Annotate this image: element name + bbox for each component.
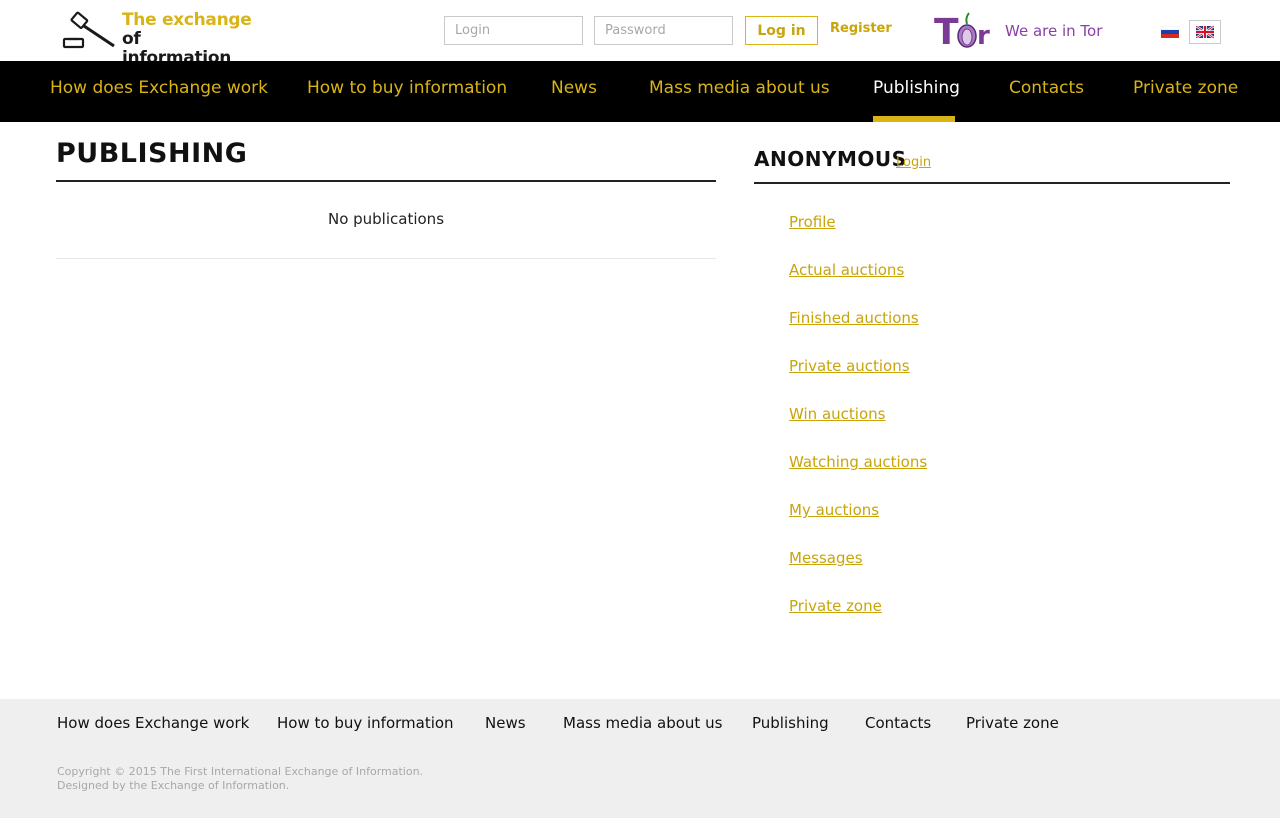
- sidebar-item: Watching auctions: [789, 452, 927, 500]
- sidebar-item: Win auctions: [789, 404, 927, 452]
- logo-line-1: The exchange: [122, 10, 252, 30]
- sidebar-item: Profile: [789, 212, 927, 260]
- sidebar-item-win-auctions[interactable]: Win auctions: [789, 405, 885, 423]
- site-header: The exchange of information Log in Regis…: [0, 0, 1280, 68]
- page-title: PUBLISHING: [56, 138, 248, 169]
- active-tab-indicator: [873, 116, 955, 122]
- register-link[interactable]: Register: [830, 21, 892, 36]
- sidebar-item: Private auctions: [789, 356, 927, 404]
- nav-news[interactable]: News: [551, 61, 597, 122]
- sidebar-item-watching-auctions[interactable]: Watching auctions: [789, 453, 927, 471]
- password-input[interactable]: [594, 16, 733, 45]
- sidebar-user-title: ANONYMOUS: [754, 147, 907, 171]
- login-button[interactable]: Log in: [745, 16, 818, 45]
- russia-flag-icon[interactable]: [1154, 20, 1186, 44]
- sidebar-menu: Profile Actual auctions Finished auction…: [789, 212, 927, 644]
- footer-nav-how-exchange-works[interactable]: How does Exchange work: [57, 714, 249, 732]
- sidebar-item-my-auctions[interactable]: My auctions: [789, 501, 879, 519]
- nav-how-to-buy[interactable]: How to buy information: [307, 61, 507, 122]
- nav-contacts[interactable]: Contacts: [1009, 61, 1084, 122]
- sidebar-item-private-auctions[interactable]: Private auctions: [789, 357, 910, 375]
- tor-label[interactable]: We are in Tor: [1005, 22, 1102, 40]
- footer-nav-private-zone[interactable]: Private zone: [966, 714, 1059, 732]
- sidebar-item-actual-auctions[interactable]: Actual auctions: [789, 261, 904, 279]
- site-logo[interactable]: The exchange of information: [62, 10, 252, 68]
- footer-nav-news[interactable]: News: [485, 714, 526, 732]
- logo-text: The exchange of information: [122, 11, 252, 68]
- sidebar-item-private-zone[interactable]: Private zone: [789, 597, 882, 615]
- nav-mass-media[interactable]: Mass media about us: [649, 61, 830, 122]
- copyright-line-1: Copyright © 2015 The First International…: [57, 765, 424, 778]
- content-divider: [56, 258, 716, 259]
- copyright: Copyright © 2015 The First International…: [57, 765, 423, 793]
- sidebar-item: Messages: [789, 548, 927, 596]
- sidebar-item: Private zone: [789, 596, 927, 644]
- title-divider: [56, 180, 716, 182]
- sidebar-item: My auctions: [789, 500, 927, 548]
- sidebar-item-finished-auctions[interactable]: Finished auctions: [789, 309, 919, 327]
- footer-nav-how-to-buy[interactable]: How to buy information: [277, 714, 454, 732]
- sidebar-login-link[interactable]: Login: [896, 155, 931, 170]
- footer-nav-mass-media[interactable]: Mass media about us: [563, 714, 722, 732]
- footer-nav-contacts[interactable]: Contacts: [865, 714, 931, 732]
- svg-text:T: T: [934, 12, 959, 50]
- tor-logo-icon[interactable]: T r: [934, 10, 1000, 50]
- sidebar-item: Actual auctions: [789, 260, 927, 308]
- sidebar-item-messages[interactable]: Messages: [789, 549, 863, 567]
- footer-nav-publishing[interactable]: Publishing: [752, 714, 829, 732]
- login-input[interactable]: [444, 16, 583, 45]
- main-nav: How does Exchange work How to buy inform…: [0, 61, 1280, 122]
- sidebar-divider: [754, 182, 1230, 184]
- nav-private-zone[interactable]: Private zone: [1133, 61, 1238, 122]
- sidebar-item: Finished auctions: [789, 308, 927, 356]
- uk-flag-icon[interactable]: [1189, 20, 1221, 44]
- copyright-line-2: Designed by the Exchange of Information.: [57, 779, 290, 792]
- site-footer: How does Exchange work How to buy inform…: [0, 699, 1280, 818]
- gavel-icon: [62, 11, 115, 49]
- nav-publishing[interactable]: Publishing: [873, 61, 960, 122]
- nav-how-exchange-works[interactable]: How does Exchange work: [50, 61, 268, 122]
- sidebar-item-profile[interactable]: Profile: [789, 213, 836, 231]
- empty-state-message: No publications: [327, 210, 445, 228]
- svg-text:r: r: [977, 21, 990, 50]
